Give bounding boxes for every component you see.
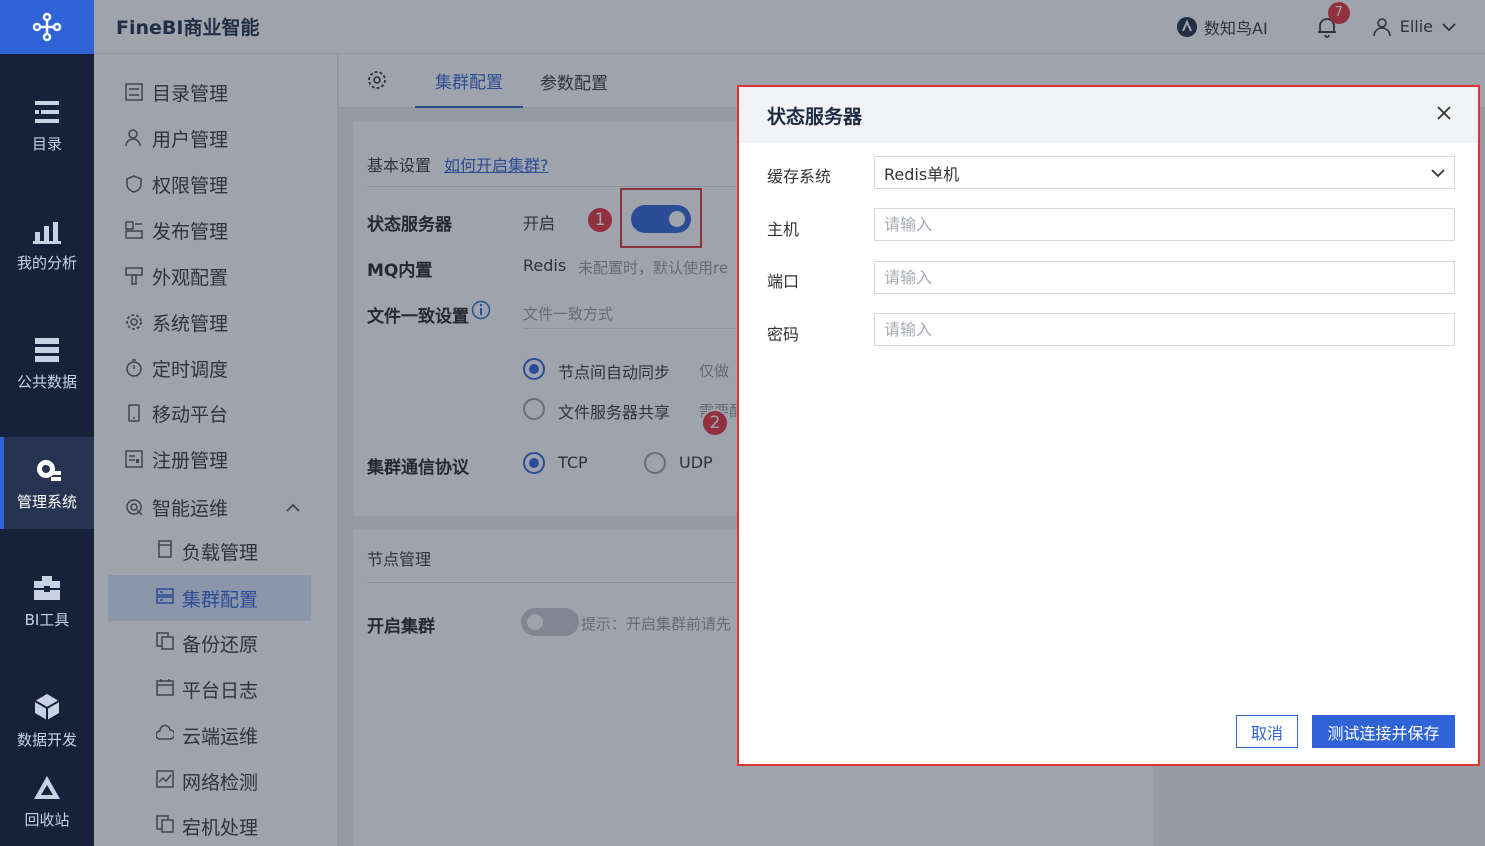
gear-icon <box>37 459 61 481</box>
cache-system-label: 缓存系统 <box>767 167 832 186</box>
rail-label: 目录 <box>31 134 62 153</box>
rail-item-my-analysis[interactable]: 我的分析 <box>0 199 94 291</box>
rail-item-recycle-bin[interactable]: 回收站 <box>0 756 94 846</box>
rail-label: 公共数据 <box>16 372 77 391</box>
toolbox-icon <box>34 575 60 600</box>
dialog-header: 状态服务器 <box>739 87 1478 143</box>
host-input[interactable] <box>874 208 1455 241</box>
state-server-dialog: 状态服务器 缓存系统 Redis单机 主机 端口 密码 取消 测试连接并保存 <box>737 85 1480 766</box>
rail-item-catalog[interactable]: 目录 <box>0 80 94 172</box>
chevron-down-icon <box>1431 169 1445 178</box>
host-label: 主机 <box>767 220 800 239</box>
close-icon[interactable] <box>1436 105 1452 121</box>
catalog-icon <box>35 100 59 123</box>
rail-item-admin[interactable]: 管理系统 <box>0 437 94 529</box>
recycle-icon <box>34 775 60 799</box>
app-logo[interactable] <box>0 0 94 54</box>
password-label: 密码 <box>767 325 800 344</box>
dialog-title: 状态服务器 <box>767 105 863 128</box>
password-input[interactable] <box>874 313 1455 346</box>
port-label: 端口 <box>767 272 800 291</box>
cube-icon <box>34 693 60 720</box>
cache-system-select[interactable]: Redis单机 <box>874 156 1455 189</box>
database-icon <box>35 337 59 362</box>
rail-label: BI工具 <box>24 610 70 629</box>
rail-item-public-data[interactable]: 公共数据 <box>0 318 94 410</box>
left-rail: 目录 我的分析 公共数据 管理系统 BI工具 数据开发 回收站 <box>0 0 94 846</box>
cache-system-value: Redis单机 <box>884 164 960 184</box>
test-and-save-button[interactable]: 测试连接并保存 <box>1312 715 1455 748</box>
logo-icon <box>32 12 62 42</box>
rail-label: 回收站 <box>24 810 70 829</box>
rail-item-data-dev[interactable]: 数据开发 <box>0 675 94 767</box>
cancel-button[interactable]: 取消 <box>1236 715 1298 748</box>
rail-label: 我的分析 <box>16 253 77 272</box>
chart-icon <box>33 221 61 244</box>
rail-label: 数据开发 <box>16 730 77 749</box>
rail-label: 管理系统 <box>16 492 77 511</box>
port-input[interactable] <box>874 261 1455 294</box>
rail-item-bi-tools[interactable]: BI工具 <box>0 556 94 648</box>
